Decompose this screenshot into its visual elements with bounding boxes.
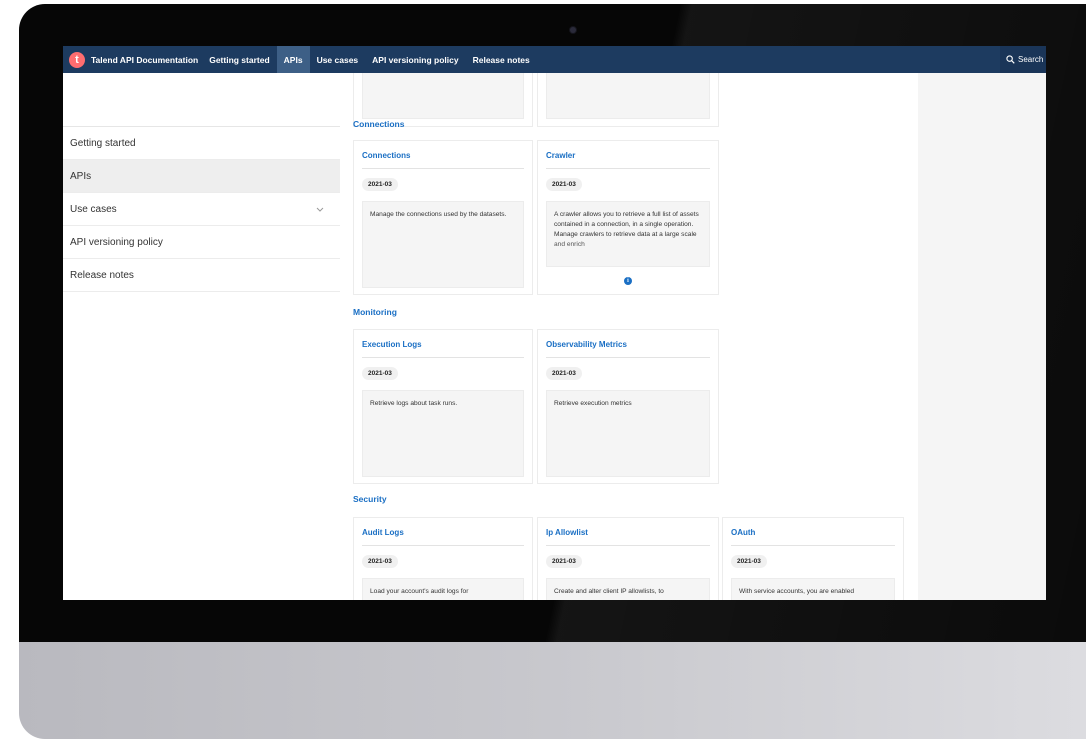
version-badge: 2021-03: [362, 555, 398, 568]
card-description-partial: [546, 73, 710, 119]
brand[interactable]: t Talend API Documentation: [63, 46, 198, 73]
sidebar-item-label: API versioning policy: [70, 236, 163, 248]
version-badge: 2021-03: [546, 367, 582, 380]
api-card-audit-logs[interactable]: Audit Logs 2021-03 Load your account's a…: [353, 517, 533, 600]
api-card-title[interactable]: Crawler: [546, 151, 710, 169]
nav-link-use-cases[interactable]: Use cases: [310, 46, 366, 73]
sidebar-item-api-versioning-policy[interactable]: API versioning policy: [63, 226, 340, 259]
nav-link-release-notes[interactable]: Release notes: [466, 46, 537, 73]
api-card-description: Manage the connections used by the datas…: [362, 201, 524, 288]
api-card-connections[interactable]: Connections 2021-03 Manage the connectio…: [353, 140, 533, 295]
monitor-chin: [19, 642, 1086, 739]
api-card-title[interactable]: Execution Logs: [362, 340, 524, 358]
search-label: Search: [1018, 55, 1044, 64]
nav-link-apis[interactable]: APIs: [276, 46, 310, 73]
nav-link-api-versioning-policy[interactable]: API versioning policy: [365, 46, 465, 73]
brand-title: Talend API Documentation: [91, 54, 199, 65]
api-card-ip-allowlist[interactable]: Ip Allowlist 2021-03 Create and alter cl…: [537, 517, 719, 600]
nav-link-getting-started[interactable]: Getting started: [202, 46, 276, 73]
browser-screen: t Talend API Documentation Getting start…: [63, 46, 1046, 600]
api-card-description: Retrieve logs about task runs.: [362, 390, 524, 477]
version-badge: 2021-03: [362, 367, 398, 380]
api-card-oauth[interactable]: OAuth 2021-03 With service accounts, you…: [722, 517, 904, 600]
api-card-title[interactable]: Ip Allowlist: [546, 528, 710, 546]
section-title-connections: Connections: [353, 119, 405, 129]
sidebar-item-label: Getting started: [70, 137, 136, 149]
chevron-down-icon[interactable]: [316, 207, 324, 212]
sidebar-item-release-notes[interactable]: Release notes: [63, 259, 340, 292]
version-badge: 2021-03: [362, 178, 398, 191]
api-card-title[interactable]: Connections: [362, 151, 524, 169]
sidebar: Getting started APIs Use cases API versi…: [63, 73, 340, 600]
info-icon[interactable]: i: [624, 277, 632, 285]
main-content: Connections Connections 2021-03 Manage t…: [340, 73, 918, 600]
sidebar-item-label: Release notes: [70, 269, 134, 281]
api-card-execution-logs[interactable]: Execution Logs 2021-03 Retrieve logs abo…: [353, 329, 533, 484]
api-card-description: Retrieve execution metrics: [546, 390, 710, 477]
sidebar-item-use-cases[interactable]: Use cases: [63, 193, 340, 226]
api-card-description: Load your account's audit logs for: [362, 578, 524, 600]
version-badge: 2021-03: [546, 178, 582, 191]
version-badge: 2021-03: [731, 555, 767, 568]
nav-links: Getting started APIs Use cases API versi…: [202, 46, 537, 73]
card-description-partial: [362, 73, 524, 119]
sidebar-item-label: APIs: [70, 170, 92, 182]
sidebar-item-apis[interactable]: APIs: [63, 160, 340, 193]
api-card-description-text: A crawler allows you to retrieve a full …: [554, 211, 699, 248]
search-button[interactable]: Search: [1000, 46, 1046, 73]
api-card-observability-metrics[interactable]: Observability Metrics 2021-03 Retrieve e…: [537, 329, 719, 484]
api-card-description: With service accounts, you are enabled: [731, 578, 895, 600]
version-badge: 2021-03: [546, 555, 582, 568]
webcam: [570, 27, 576, 33]
search-icon: [1006, 55, 1015, 64]
sidebar-item-label: Use cases: [70, 203, 117, 215]
api-card-title[interactable]: Observability Metrics: [546, 340, 710, 358]
sidebar-menu: Getting started APIs Use cases API versi…: [63, 126, 340, 292]
top-navbar: t Talend API Documentation Getting start…: [63, 46, 1046, 73]
api-card-description: A crawler allows you to retrieve a full …: [546, 201, 710, 267]
talend-logo-icon: t: [69, 51, 85, 68]
api-card-description: Create and alter client IP allowlists, t…: [546, 578, 710, 600]
right-gutter: [918, 73, 1046, 600]
section-title-security: Security: [353, 494, 387, 504]
sidebar-item-getting-started[interactable]: Getting started: [63, 127, 340, 160]
api-card-title[interactable]: Audit Logs: [362, 528, 524, 546]
section-title-monitoring: Monitoring: [353, 307, 397, 317]
api-card-crawler[interactable]: Crawler 2021-03 A crawler allows you to …: [537, 140, 719, 295]
api-card-title[interactable]: OAuth: [731, 528, 895, 546]
card-partial: [537, 73, 719, 127]
